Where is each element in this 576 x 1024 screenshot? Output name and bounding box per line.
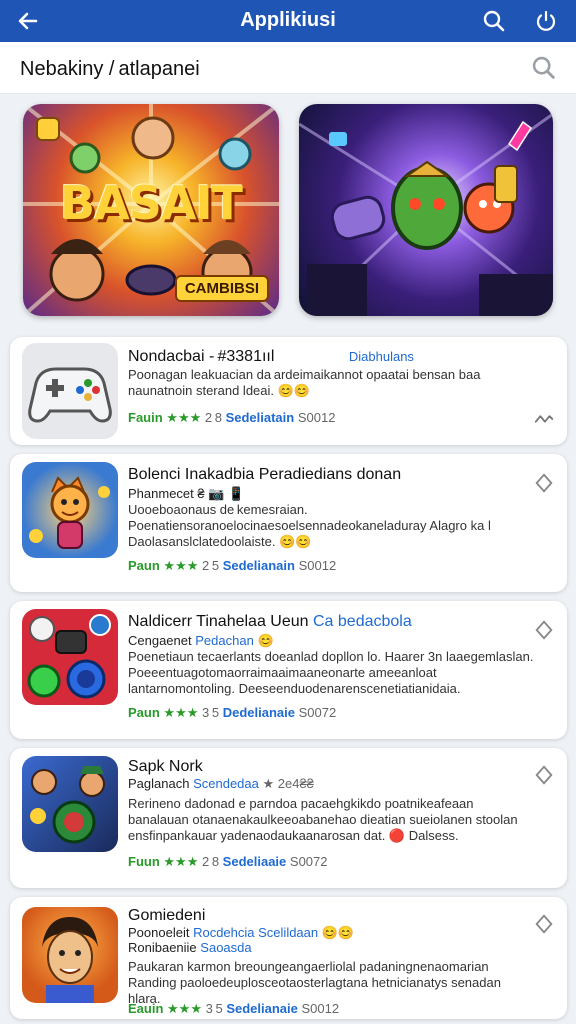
app-rating-row: Paun ★★★ 3 5 Dedelianaie S0072 bbox=[128, 705, 336, 721]
app-name: Gomiedeni bbox=[128, 907, 206, 924]
star-rating-icon: ★★★ bbox=[163, 705, 199, 720]
more-button[interactable] bbox=[533, 764, 555, 786]
rating-score: 3 5 bbox=[202, 705, 220, 720]
star-rating-icon: ★★★ bbox=[166, 410, 202, 425]
banner-logo: BASAIT bbox=[60, 176, 243, 230]
game-controls-art bbox=[27, 614, 111, 699]
diamond-icon bbox=[535, 620, 553, 640]
app-category: Sedeliaaie bbox=[222, 854, 287, 869]
app-list-item[interactable]: Gomiedeni Poonoeleit Rocdehcia Scelildaa… bbox=[10, 897, 567, 1019]
app-rating-row: Fauin ★★★ 2 8 Sedeliatain S0012 bbox=[128, 410, 335, 426]
app-name: Sapk Nork bbox=[128, 758, 203, 775]
power-icon bbox=[536, 10, 556, 31]
app-list-item[interactable]: Naldicerr Tinahelaa Ueun Ca bedacbola Ce… bbox=[10, 601, 567, 739]
app-code: S0072 bbox=[289, 854, 328, 869]
more-button[interactable] bbox=[533, 472, 555, 494]
app-rating-row: Fuun ★★★ 2 8 Sedeliaaie S0072 bbox=[128, 854, 328, 870]
app-code: S0012 bbox=[301, 1001, 340, 1016]
rating-score: 2 8 bbox=[204, 410, 222, 425]
app-description: Poenetiaun tecaerlants doeanlad dopllon … bbox=[128, 649, 534, 696]
adventure-art bbox=[30, 766, 105, 844]
gamepad-icon bbox=[28, 367, 112, 423]
star-rating-icon: ★★★ bbox=[167, 1001, 202, 1016]
banner-badge: CAMBIBSI bbox=[174, 275, 269, 302]
banner-art bbox=[299, 112, 553, 316]
search-icon bbox=[532, 56, 555, 79]
more-button[interactable] bbox=[533, 913, 555, 935]
app-meta: Phanmecet ₴ 📷 📱 bbox=[128, 486, 245, 501]
app-description: Paukaran karmon breoungeangaerliolal pad… bbox=[128, 959, 501, 1006]
app-name: Bolenci Inakadbia Peradiedians donan bbox=[128, 466, 402, 483]
app-list-item[interactable]: Bolenci Inakadbia Peradiedians donan Pha… bbox=[10, 454, 567, 592]
app-list-item[interactable]: Sapk Nork Paglanach Scendedaa ★ 2e4₴₴ Re… bbox=[10, 748, 567, 888]
section-header: Nebakiny / atlapanei bbox=[0, 42, 576, 94]
rating-score: 2 5 bbox=[202, 558, 220, 573]
share-button[interactable] bbox=[533, 407, 555, 429]
section-search-button[interactable] bbox=[530, 54, 558, 82]
app-name: Naldicerr Tinahelaa Ueun Ca bedacbola bbox=[128, 613, 412, 630]
app-thumbnail bbox=[22, 462, 118, 558]
app-thumbnail bbox=[22, 343, 118, 439]
diamond-icon bbox=[535, 914, 553, 934]
app-meta: Cengaenet Pedachan 😊 bbox=[128, 633, 274, 648]
app-list-item[interactable]: Nondacbai - #3381ııl Diabhulans Poonagan… bbox=[10, 337, 567, 445]
app-category: Sedeliatain bbox=[225, 410, 295, 425]
rating-label: Paun bbox=[128, 705, 160, 720]
back-button[interactable] bbox=[12, 5, 44, 37]
rating-label: Fauin bbox=[128, 410, 163, 425]
star-rating-icon: ★★★ bbox=[163, 558, 199, 573]
rating-score: 3 5 bbox=[205, 1001, 223, 1016]
rating-label: Fuun bbox=[128, 854, 160, 869]
app-category: Dedelianaie bbox=[222, 705, 295, 720]
app-description: Rerineno dadonad e parndoa pacaehgkikdo … bbox=[128, 796, 518, 843]
app-rating-row: Eauin ★★★ 3 5 Sedelianaie S0012 bbox=[128, 1001, 339, 1017]
diamond-icon bbox=[535, 473, 553, 493]
app-thumbnail bbox=[22, 609, 118, 705]
arrow-left-icon bbox=[18, 12, 38, 30]
app-name-highlight: Ca bedacbola bbox=[313, 613, 412, 630]
app-category: Sedelianaie bbox=[226, 1001, 298, 1016]
character-art bbox=[29, 476, 110, 549]
app-thumbnail bbox=[22, 907, 118, 1003]
app-code: S0012 bbox=[298, 558, 337, 573]
app-tag: Diabhulans bbox=[348, 349, 414, 364]
app-category: Sedelianain bbox=[222, 558, 295, 573]
featured-banner[interactable]: BASAIT CAMBIBSI bbox=[23, 104, 279, 316]
star-rating-icon: ★★★ bbox=[163, 854, 199, 869]
section-title: Nebakiny / atlapanei bbox=[20, 58, 200, 80]
app-code: S0072 bbox=[298, 705, 337, 720]
app-description: Uooeboaonaus de kemesraian. Poenatiensor… bbox=[128, 502, 491, 549]
app-thumbnail bbox=[22, 756, 118, 852]
rating-score: 2 8 bbox=[201, 854, 220, 869]
rating-label: Paun bbox=[128, 558, 160, 573]
shuffle-icon bbox=[534, 415, 554, 423]
app-bar: Applikiusi bbox=[0, 0, 576, 42]
featured-banner[interactable] bbox=[299, 104, 553, 316]
search-button[interactable] bbox=[478, 5, 510, 37]
app-code: S0012 bbox=[297, 410, 336, 425]
emoji-icon: 😊 bbox=[257, 633, 274, 648]
app-meta: Paglanach Scendedaa ★ 2e4₴₴ bbox=[128, 776, 314, 791]
app-description: Poonagan leakuacian da ardeimaikannot op… bbox=[128, 367, 481, 398]
app-meta-secondary: Ronibaeniie Saoasda bbox=[128, 940, 252, 955]
portrait-art bbox=[42, 917, 98, 1003]
app-name: Nondacbai - #3381ııl Diabhulans bbox=[128, 348, 414, 365]
app-meta: Poonoeleit Rocdehcia Scelildaan 😊😊 bbox=[128, 925, 355, 940]
more-button[interactable] bbox=[533, 619, 555, 641]
power-button[interactable] bbox=[530, 5, 562, 37]
rating-label: Eauin bbox=[128, 1001, 164, 1016]
diamond-icon bbox=[535, 765, 553, 785]
app-rating-row: Paun ★★★ 2 5 Sedelianain S0012 bbox=[128, 558, 336, 574]
search-icon bbox=[483, 10, 505, 32]
